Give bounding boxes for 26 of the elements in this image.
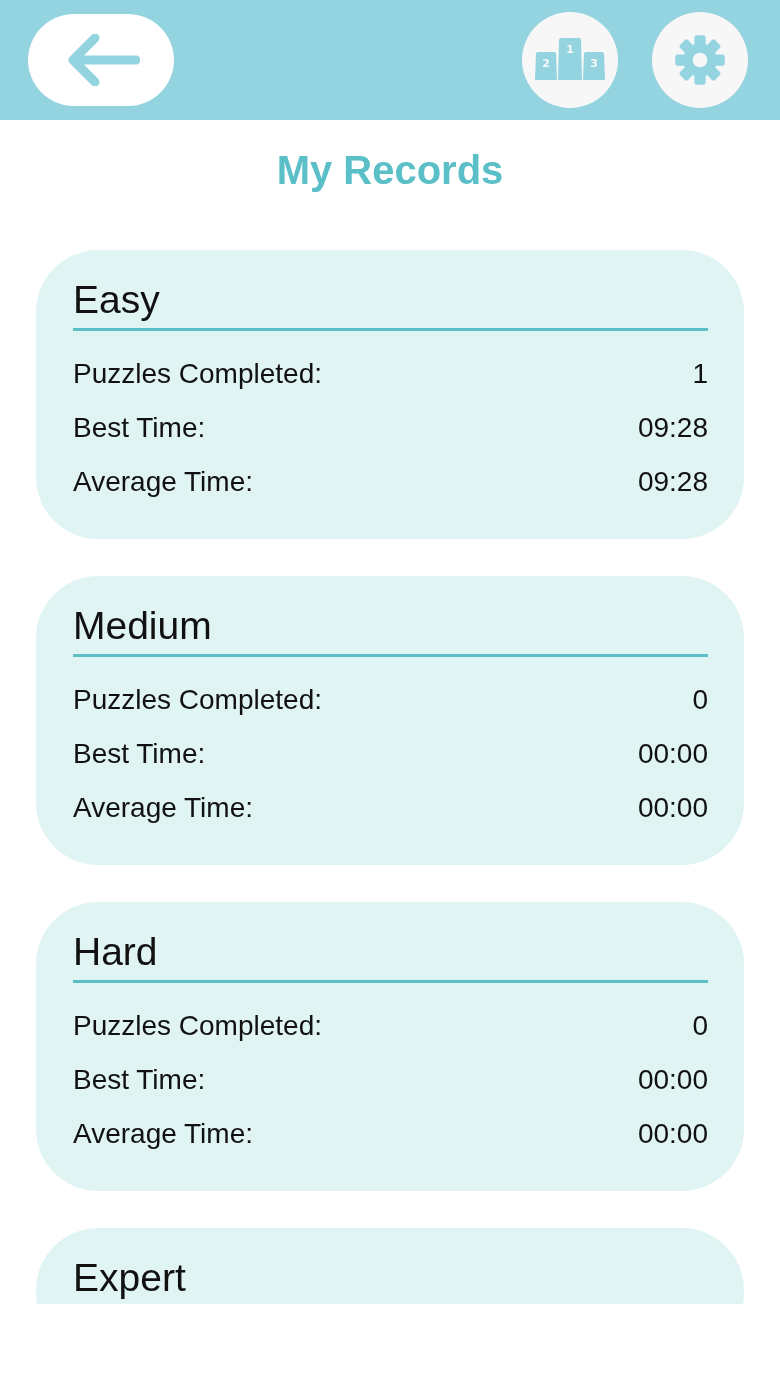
level-heading: Medium bbox=[73, 604, 213, 648]
stat-label: Average Time: bbox=[73, 792, 254, 824]
level-heading: Easy bbox=[73, 278, 161, 322]
stat-value: 00:00 bbox=[637, 1064, 708, 1096]
stat-value: 1 bbox=[692, 358, 708, 390]
stat-value: 00:00 bbox=[637, 792, 708, 824]
stat-value: 09:28 bbox=[637, 466, 708, 498]
stat-label: Best Time: bbox=[73, 738, 206, 770]
stat-label: Puzzles Completed: bbox=[73, 1010, 322, 1042]
stat-value: 09:28 bbox=[637, 412, 708, 444]
page-title: My Records bbox=[276, 147, 504, 193]
settings-icon bbox=[673, 33, 727, 87]
stat-label: Best Time: bbox=[73, 412, 206, 444]
stat-label: Best Time: bbox=[73, 1064, 206, 1096]
back-arrow-icon bbox=[68, 34, 140, 86]
stat-label: Average Time: bbox=[73, 466, 254, 498]
stat-value: 0 bbox=[692, 1010, 708, 1042]
stat-value: 0 bbox=[692, 684, 708, 716]
stat-label: Average Time: bbox=[73, 1118, 254, 1150]
leaderboard-button[interactable]: 2 1 3 bbox=[522, 12, 618, 108]
stat-label: Puzzles Completed: bbox=[73, 358, 322, 390]
level-heading: Expert bbox=[73, 1256, 187, 1300]
level-heading: Hard bbox=[73, 930, 159, 974]
stat-value: 00:00 bbox=[637, 738, 708, 770]
stat-label: Puzzles Completed: bbox=[73, 684, 322, 716]
stat-value: 00:00 bbox=[637, 1118, 708, 1150]
